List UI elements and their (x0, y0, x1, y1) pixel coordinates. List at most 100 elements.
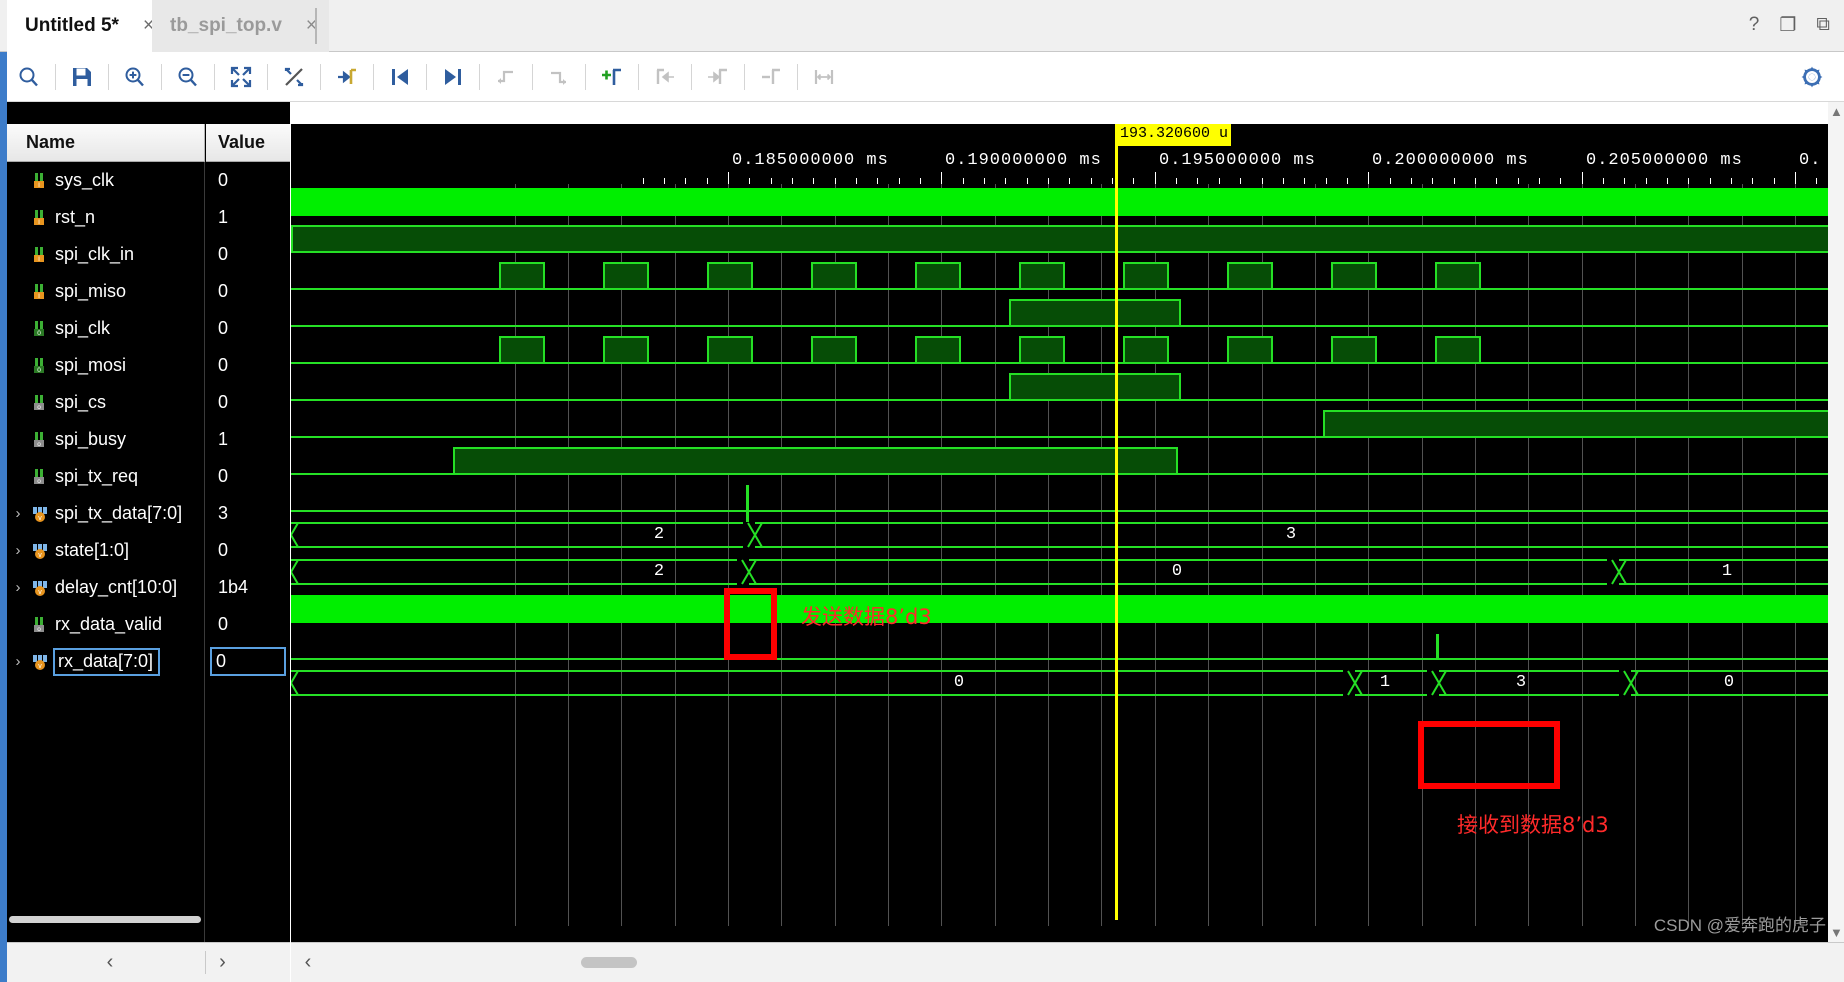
signal-value-cell[interactable]: 1b4 (206, 569, 290, 606)
bus-value-label: 0 (953, 673, 965, 692)
signal-name-label: spi_clk (55, 318, 111, 338)
signal-name-label: spi_tx_data[7:0] (55, 503, 183, 523)
signal-value-cell[interactable]: 0 (206, 643, 290, 680)
signal-row-delay-cnt100[interactable]: › v delay_cnt[10:0] (7, 569, 204, 606)
signal-value-cell[interactable]: 0 (206, 347, 290, 384)
waveform-canvas[interactable]: 2 3 2 0 1 0 1 3 0 发送数据8’d3 接收到数据8’d3 (291, 184, 1844, 926)
signal-list-header: Name Value (7, 124, 290, 162)
signal-value-cell[interactable]: 0 (206, 236, 290, 273)
signal-type-icon: v (29, 653, 51, 671)
help-icon[interactable]: ? (1749, 14, 1760, 37)
signal-list-hscrollbar[interactable] (7, 914, 205, 924)
delete-marker-icon[interactable] (749, 52, 793, 102)
next-transition-icon[interactable] (537, 52, 581, 102)
popout-icon[interactable]: ⧉ (1816, 14, 1830, 37)
toolbar-separator (691, 63, 692, 90)
toolbar-separator (320, 63, 321, 90)
svg-text:I: I (38, 293, 40, 300)
wave-row-sys-clk (291, 184, 1844, 221)
wave-row-spi-cs (291, 406, 1844, 443)
expand-chevron-icon[interactable]: › (7, 653, 29, 670)
expand-chevron-icon[interactable]: › (7, 505, 29, 522)
signal-row-spi-busy[interactable]: o spi_busy (7, 421, 204, 458)
gear-icon[interactable] (1790, 52, 1834, 102)
ruler-tick-label: 0.185000000 ms (732, 151, 889, 170)
ruler-tick-label: 0.200000000 ms (1372, 151, 1529, 170)
wave-row-state: 2 0 1 (291, 554, 1844, 591)
scroll-down-icon[interactable]: ▼ (1830, 925, 1843, 940)
goto-cursor-icon[interactable] (325, 52, 369, 102)
signal-low-level (291, 658, 1844, 660)
prev-transition-icon[interactable] (484, 52, 528, 102)
signal-row-state10[interactable]: › v state[1:0] (7, 532, 204, 569)
search-icon[interactable] (7, 52, 51, 102)
cursor-time-label: 193.320600 u (1117, 124, 1232, 146)
scroll-up-icon[interactable]: ▲ (1830, 104, 1843, 119)
signal-type-icon: 0 (29, 357, 51, 375)
add-marker-icon[interactable] (590, 52, 634, 102)
prev-marker-icon[interactable] (643, 52, 687, 102)
goto-start-icon[interactable] (378, 52, 422, 102)
signal-row-spi-clk-in[interactable]: Ispi_clk_in (7, 236, 204, 273)
zoom-cancel-icon[interactable] (272, 52, 316, 102)
wave-scroll-left-icon[interactable]: ‹ (295, 951, 321, 974)
measure-icon[interactable] (802, 52, 846, 102)
signal-value-cell[interactable]: 1 (206, 421, 290, 458)
zoom-out-icon[interactable] (166, 52, 210, 102)
tab-tb-spi-top-v[interactable]: tb_spi_top.v × (152, 0, 330, 52)
watermark: CSDN @爱奔跑的虎子 (1653, 916, 1826, 935)
signal-row-rx-data70[interactable]: › v rx_data[7:0] (7, 643, 204, 680)
signal-value-cell[interactable]: 0 (206, 532, 290, 569)
wave-hscrollbar[interactable]: ‹ (291, 942, 1844, 982)
time-ruler[interactable]: 0.185000000 ms 0.190000000 ms 0.195000000 … (291, 124, 1844, 184)
signal-low-level (291, 510, 1844, 512)
signal-row-spi-clk[interactable]: 0 spi_clk (7, 310, 204, 347)
signal-type-icon: o (29, 468, 51, 486)
tab-bar: Untitled 5* × tb_spi_top.v × ? ❐ ⧉ (0, 0, 1844, 52)
ruler-tick-label: 0.195000000 ms (1159, 151, 1316, 170)
tab-untitled-5[interactable]: Untitled 5* × (7, 0, 167, 52)
signal-row-spi-mosi[interactable]: 0 spi_mosi (7, 347, 204, 384)
signal-value-cell[interactable]: 1 (206, 199, 290, 236)
wave-vscrollbar[interactable]: ▲ ▼ (1828, 102, 1844, 942)
signal-value-cell[interactable]: 0 (206, 458, 290, 495)
signal-type-icon: o (29, 431, 51, 449)
signal-row-rx-data-valid[interactable]: o rx_data_valid (7, 606, 204, 643)
bus-transition (291, 559, 299, 585)
column-header-name[interactable]: Name (7, 124, 205, 162)
zoom-in-icon[interactable] (113, 52, 157, 102)
next-marker-icon[interactable] (696, 52, 740, 102)
signal-value-cell[interactable]: 0 (206, 273, 290, 310)
signal-value-cell[interactable]: 0 (206, 162, 290, 199)
signal-row-rst-n[interactable]: Irst_n (7, 199, 204, 236)
signal-value-cell[interactable]: 0 (206, 310, 290, 347)
ruler-major-tick (941, 172, 942, 184)
signal-value-cell[interactable]: 3 (206, 495, 290, 532)
signal-value-cell[interactable]: 0 (206, 606, 290, 643)
scroll-left-icon[interactable]: ‹ (93, 951, 127, 974)
expand-chevron-icon[interactable]: › (7, 542, 29, 559)
restore-icon[interactable]: ❐ (1779, 14, 1796, 37)
zoom-fit-icon[interactable] (219, 52, 263, 102)
expand-chevron-icon[interactable]: › (7, 579, 29, 596)
svg-text:o: o (37, 441, 41, 448)
goto-end-icon[interactable] (431, 52, 475, 102)
signal-value-cell[interactable]: 0 (206, 384, 290, 421)
signal-names-column: Isys_clk Irst_n Ispi_clk_in Ispi_miso 0 spi_c… (7, 162, 205, 982)
ruler-tick-label: 0.205000000 ms (1586, 151, 1743, 170)
save-icon[interactable] (60, 52, 104, 102)
bus-value-label: 1 (1721, 562, 1733, 581)
signal-row-spi-miso[interactable]: Ispi_miso (7, 273, 204, 310)
signal-row-spi-tx-req[interactable]: o spi_tx_req (7, 458, 204, 495)
ruler-tick-label: 0.190000000 ms (945, 151, 1102, 170)
wave-scrollbar-thumb[interactable] (581, 957, 637, 968)
signal-row-spi-cs[interactable]: o spi_cs (7, 384, 204, 421)
scrollbar-thumb[interactable] (9, 916, 201, 923)
signal-row-spi-tx-data70[interactable]: › v spi_tx_data[7:0] (7, 495, 204, 532)
cursor-line[interactable] (1115, 124, 1118, 920)
signal-pulse (1435, 336, 1481, 364)
column-header-value[interactable]: Value (206, 124, 290, 162)
signal-row-sys-clk[interactable]: Isys_clk (7, 162, 204, 199)
wave-row-delay-cnt (291, 591, 1844, 628)
scroll-right-icon[interactable]: › (205, 951, 239, 974)
